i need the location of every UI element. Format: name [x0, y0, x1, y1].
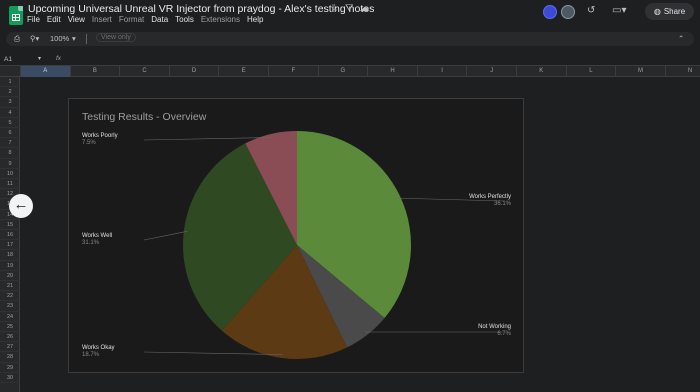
- column-header-n[interactable]: N: [664, 66, 700, 77]
- row-header-7[interactable]: 7: [0, 138, 20, 149]
- menu-file[interactable]: File: [27, 15, 40, 24]
- select-all-corner[interactable]: [0, 66, 20, 77]
- avatar[interactable]: [561, 5, 575, 19]
- row-header-21[interactable]: 21: [0, 281, 20, 292]
- chevron-down-icon[interactable]: ▾: [72, 34, 76, 43]
- row-header-28[interactable]: 28: [0, 352, 20, 363]
- share-label: Share: [663, 7, 686, 16]
- menu-format[interactable]: Format: [119, 15, 144, 24]
- column-header-h[interactable]: H: [367, 66, 417, 77]
- row-header-10[interactable]: 10: [0, 169, 20, 179]
- row-headers: 1234567891011121314151617181920212223242…: [0, 77, 20, 392]
- column-header-l[interactable]: L: [565, 66, 616, 77]
- row-header-25[interactable]: 25: [0, 322, 20, 332]
- row-header-8[interactable]: 8: [0, 148, 20, 159]
- column-header-f[interactable]: F: [268, 66, 318, 77]
- print-icon[interactable]: ⎙: [14, 34, 20, 44]
- drive-icon[interactable]: ⛛: [345, 3, 359, 14]
- pie-chart[interactable]: Testing Results - Overview Works Perfect…: [68, 98, 524, 373]
- slice-label-not-working: Not Working 6.7%: [478, 324, 511, 337]
- meet-icon[interactable]: ▭▾: [612, 5, 626, 16]
- sheets-logo-icon[interactable]: [9, 6, 23, 25]
- row-header-18[interactable]: 18: [0, 250, 20, 261]
- filter-icon[interactable]: ⚲▾: [30, 34, 39, 43]
- column-header-k[interactable]: K: [516, 66, 566, 77]
- row-header-2[interactable]: 2: [0, 87, 20, 98]
- share-button[interactable]: ◍ Share: [645, 3, 694, 20]
- row-header-20[interactable]: 20: [0, 271, 20, 281]
- row-header-16[interactable]: 16: [0, 230, 20, 241]
- column-header-m[interactable]: M: [615, 66, 665, 77]
- row-header-22[interactable]: 22: [0, 291, 20, 302]
- slice-label-works-poorly: Works Poorly 7.5%: [82, 133, 118, 146]
- menu-edit[interactable]: Edit: [47, 15, 61, 24]
- row-header-4[interactable]: 4: [0, 108, 20, 118]
- star-icon[interactable]: ☆: [330, 3, 345, 14]
- title-icons: ☆⛛☁: [330, 3, 375, 14]
- collapse-icon[interactable]: ⌃: [678, 34, 684, 43]
- row-header-11[interactable]: 11: [0, 179, 20, 190]
- row-header-24[interactable]: 24: [0, 312, 20, 322]
- row-header-26[interactable]: 26: [0, 332, 20, 343]
- globe-icon: ◍: [653, 7, 661, 16]
- name-box[interactable]: A1: [4, 56, 12, 63]
- row-header-5[interactable]: 5: [0, 118, 20, 128]
- column-header-e[interactable]: E: [218, 66, 268, 77]
- toolbar-divider: [86, 34, 87, 44]
- column-header-c[interactable]: C: [119, 66, 169, 77]
- leader-line: [143, 231, 188, 241]
- document-title[interactable]: Upcoming Universal Unreal VR Injector fr…: [28, 3, 374, 15]
- slice-label-works-well: Works Well 31.1%: [82, 233, 113, 246]
- row-header-3[interactable]: 3: [0, 97, 20, 108]
- column-header-i[interactable]: I: [416, 66, 467, 77]
- column-header-j[interactable]: J: [466, 66, 516, 77]
- row-header-17[interactable]: 17: [0, 240, 20, 251]
- avatar[interactable]: [543, 5, 557, 19]
- row-header-29[interactable]: 29: [0, 363, 20, 373]
- row-header-19[interactable]: 19: [0, 261, 20, 271]
- row-header-9[interactable]: 9: [0, 159, 20, 169]
- fx-icon: fx: [56, 55, 62, 62]
- menu-view[interactable]: View: [68, 15, 85, 24]
- view-only-badge[interactable]: View only: [96, 33, 136, 42]
- row-header-6[interactable]: 6: [0, 128, 20, 139]
- slice-label-works-okay: Works Okay 18.7%: [82, 345, 115, 358]
- row-header-30[interactable]: 30: [0, 373, 20, 383]
- menu-bar: File Edit View Insert Format Data Tools …: [27, 15, 263, 24]
- back-arrow-icon[interactable]: ←: [9, 194, 33, 218]
- chevron-down-icon[interactable]: ▾: [38, 55, 41, 62]
- row-header-15[interactable]: 15: [0, 220, 20, 230]
- menu-data[interactable]: Data: [151, 15, 168, 24]
- zoom-select[interactable]: 100%: [50, 34, 69, 43]
- cloud-icon[interactable]: ☁: [359, 3, 375, 14]
- menu-extensions[interactable]: Extensions: [201, 15, 240, 24]
- menu-help[interactable]: Help: [247, 15, 263, 24]
- row-header-23[interactable]: 23: [0, 301, 20, 312]
- history-icon[interactable]: ↺: [587, 5, 595, 16]
- menu-insert[interactable]: Insert: [92, 15, 112, 24]
- row-header-1[interactable]: 1: [0, 77, 20, 88]
- formula-bar: A1 ▾ fx: [0, 54, 700, 66]
- row-header-27[interactable]: 27: [0, 342, 20, 353]
- column-header-a[interactable]: A: [20, 66, 70, 77]
- column-header-g[interactable]: G: [317, 66, 368, 77]
- slice-label-works-perfectly: Works Perfectly 36.1%: [469, 194, 511, 207]
- menu-tools[interactable]: Tools: [175, 15, 194, 24]
- column-header-d[interactable]: D: [168, 66, 219, 77]
- leader-line: [143, 137, 272, 141]
- toolbar: ⎙ ⚲▾ 100% ▾ View only ⌃: [6, 32, 694, 46]
- title-bar: Upcoming Universal Unreal VR Injector fr…: [0, 0, 700, 29]
- column-headers: ABCDEFGHIJKLMN: [0, 66, 700, 77]
- column-header-b[interactable]: B: [69, 66, 120, 77]
